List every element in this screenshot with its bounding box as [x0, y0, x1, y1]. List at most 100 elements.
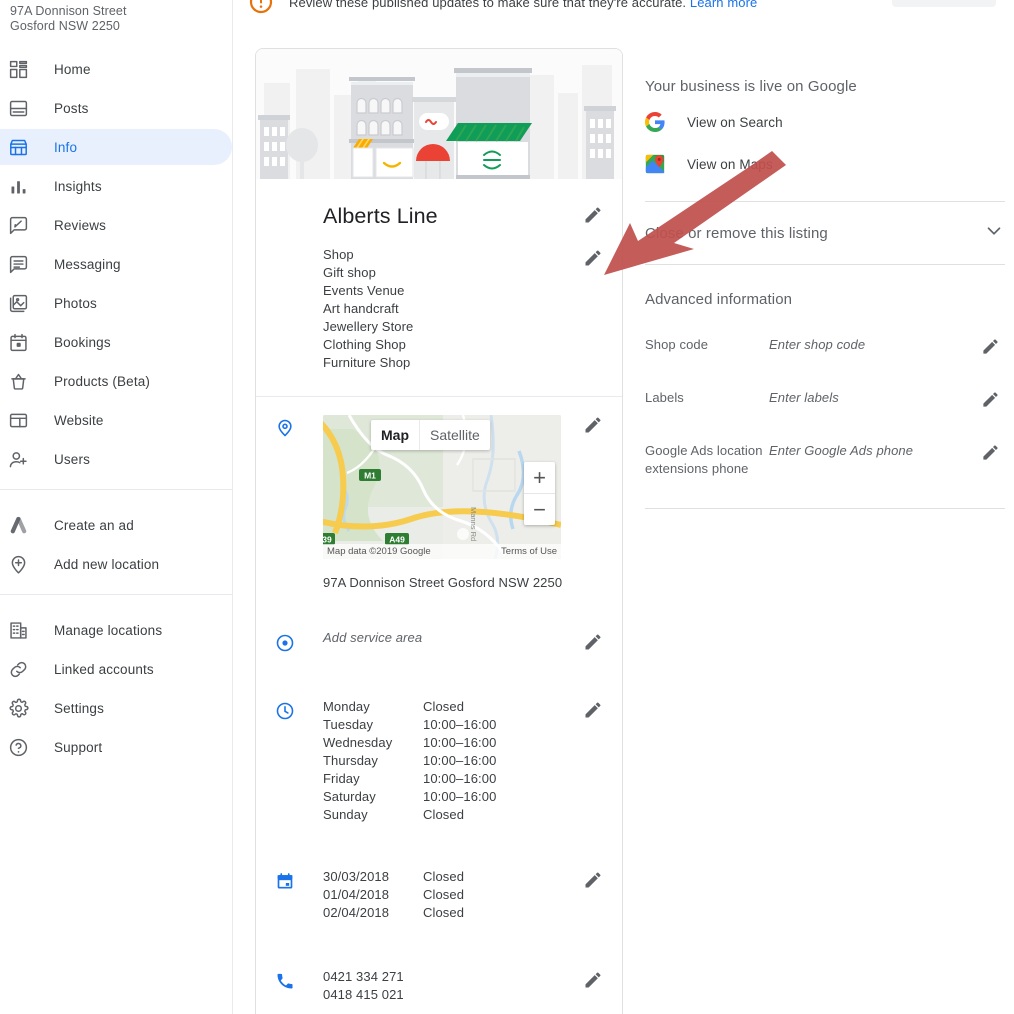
- sidebar-item-photos[interactable]: Photos: [0, 285, 232, 321]
- advanced-row-label: Google Ads location extensions phone: [645, 443, 763, 476]
- header-placeholder-chip: [892, 0, 996, 7]
- special-hours-date: 30/03/2018: [323, 869, 390, 884]
- notification-text: Review these published updates to make s…: [289, 0, 757, 10]
- photo-icon: [8, 291, 36, 315]
- sidebar-item-label: Products (Beta): [54, 373, 151, 389]
- phone-icon: [275, 968, 297, 1004]
- status-panel: Your business is live on Google View on …: [645, 78, 1005, 509]
- advanced-information-row: Labels Enter labels: [645, 389, 1005, 414]
- special-hours-date: 02/04/2018: [323, 905, 390, 920]
- review-icon: [8, 213, 36, 237]
- special-hours-date: 01/04/2018: [323, 887, 390, 902]
- categories-row-spacer: [275, 246, 297, 372]
- sidebar-item-label: Manage locations: [54, 622, 163, 638]
- map-type-toggle[interactable]: Map Satellite: [371, 420, 490, 450]
- phone-number: 0421 334 271: [323, 969, 404, 984]
- add-user-icon: [8, 447, 36, 471]
- sidebar-item-info[interactable]: Info: [0, 129, 232, 165]
- hours-value: 10:00–16:00: [423, 717, 497, 732]
- service-area-placeholder: Add service area: [323, 630, 423, 645]
- bar-chart-icon: [8, 174, 36, 198]
- edit-business-name-button[interactable]: [580, 203, 606, 229]
- edit-advanced-row-button[interactable]: [981, 389, 1005, 414]
- hours-day: Thursday: [323, 753, 378, 768]
- hours-day: Friday: [323, 771, 360, 786]
- location-pin-icon: [275, 415, 297, 590]
- sidebar-item-products-beta[interactable]: Products (Beta): [0, 363, 232, 399]
- hours-value: 10:00–16:00: [423, 789, 497, 804]
- hours-row: Wednesday 10:00–16:00: [323, 734, 580, 752]
- map-toggle-satellite[interactable]: Satellite: [420, 420, 490, 450]
- view-on-search-link[interactable]: View on Search: [645, 107, 1005, 137]
- sidebar-item-users[interactable]: Users: [0, 441, 232, 477]
- sidebar-item-add-new-location[interactable]: Add new location: [0, 546, 232, 582]
- advanced-information-rows: Shop code Enter shop code Labels Enter labe…: [645, 336, 1005, 478]
- advanced-row-value: Enter Google Ads phone: [769, 443, 914, 458]
- edit-special-hours-button[interactable]: [580, 868, 606, 922]
- hours-day: Tuesday: [323, 717, 374, 732]
- sidebar-item-linked-accounts[interactable]: Linked accounts: [0, 651, 232, 687]
- close-or-remove-listing-accordion[interactable]: Close or remove this listing: [645, 202, 1005, 264]
- edit-hours-button[interactable]: [580, 698, 606, 824]
- view-on-maps-link[interactable]: View on Maps: [645, 149, 1005, 179]
- edit-service-area-button[interactable]: [580, 630, 606, 658]
- sidebar-item-label: Linked accounts: [54, 661, 154, 677]
- category-item: Clothing Shop: [323, 337, 406, 352]
- sidebar-item-posts[interactable]: Posts: [0, 90, 232, 126]
- map-zoom-out-button[interactable]: −: [524, 494, 555, 525]
- sidebar-item-label: Photos: [54, 295, 97, 311]
- sidebar-item-reviews[interactable]: Reviews: [0, 207, 232, 243]
- sidebar-item-home[interactable]: Home: [0, 51, 232, 87]
- map-terms-of-use-link[interactable]: Terms of Use: [501, 546, 557, 557]
- sidebar-item-messaging[interactable]: Messaging: [0, 246, 232, 282]
- google-maps-icon: [645, 154, 669, 174]
- sidebar-item-bookings[interactable]: Bookings: [0, 324, 232, 360]
- sidebar-item-settings[interactable]: Settings: [0, 690, 232, 726]
- service-area-icon: [275, 630, 297, 658]
- hours-row: Sunday Closed: [323, 806, 580, 824]
- view-on-maps-label: View on Maps: [687, 156, 773, 172]
- sidebar-item-create-an-ad[interactable]: Create an ad: [0, 507, 232, 543]
- sidebar-item-insights[interactable]: Insights: [0, 168, 232, 204]
- sidebar-item-label: Reviews: [54, 217, 107, 233]
- sidebar-item-label: Bookings: [54, 334, 111, 350]
- calendar-icon: [275, 868, 297, 922]
- sidebar-item-label: Posts: [54, 100, 89, 116]
- sidebar-item-label: Insights: [54, 178, 102, 194]
- location-map[interactable]: M1 A49 39 Manns Rd Map Satellite + − Map…: [323, 415, 561, 559]
- hours-day: Monday: [323, 699, 370, 714]
- advanced-divider-bottom: [645, 508, 1005, 509]
- advanced-information-row: Shop code Enter shop code: [645, 336, 1005, 361]
- sidebar-item-label: Create an ad: [54, 517, 134, 533]
- edit-advanced-row-button[interactable]: [981, 442, 1005, 467]
- map-zoom-in-button[interactable]: +: [524, 462, 555, 493]
- link-icon: [8, 657, 36, 681]
- add-location-icon: [8, 552, 36, 576]
- hours-row: Tuesday 10:00–16:00: [323, 716, 580, 734]
- map-zoom-controls[interactable]: + −: [524, 462, 555, 525]
- learn-more-link[interactable]: Learn more: [690, 0, 757, 10]
- chevron-down-icon[interactable]: [983, 220, 1005, 247]
- edit-categories-button[interactable]: [580, 246, 606, 372]
- close-listing-label: Close or remove this listing: [645, 224, 828, 242]
- advanced-row-value: Enter labels: [769, 390, 839, 405]
- sidebar-nav: Home Posts Info Insights Reviews Messaging Pho…: [0, 34, 232, 765]
- edit-advanced-row-button[interactable]: [981, 336, 1005, 361]
- view-on-search-label: View on Search: [687, 114, 783, 130]
- hours-value: Closed: [423, 699, 465, 714]
- sidebar-item-support[interactable]: Support: [0, 729, 232, 765]
- edit-phone-button[interactable]: [580, 968, 606, 1004]
- edit-address-button[interactable]: [580, 415, 606, 590]
- phone-row: 0421 334 271 0418 415 021: [256, 950, 622, 1014]
- map-toggle-map[interactable]: Map: [371, 420, 420, 450]
- website-icon: [8, 408, 36, 432]
- sidebar-item-website[interactable]: Website: [0, 402, 232, 438]
- sidebar-item-label: Home: [54, 61, 91, 77]
- advanced-row-label: Shop code: [645, 337, 709, 352]
- map-shield-a49: A49: [389, 534, 405, 544]
- special-hours-row: 02/04/2018 Closed: [323, 904, 580, 922]
- sidebar-item-manage-locations[interactable]: Manage locations: [0, 612, 232, 648]
- sidebar-item-label: Messaging: [54, 256, 121, 272]
- sidebar-item-label: Add new location: [54, 556, 160, 572]
- account-address-line1: 97A Donnison Street: [10, 4, 127, 18]
